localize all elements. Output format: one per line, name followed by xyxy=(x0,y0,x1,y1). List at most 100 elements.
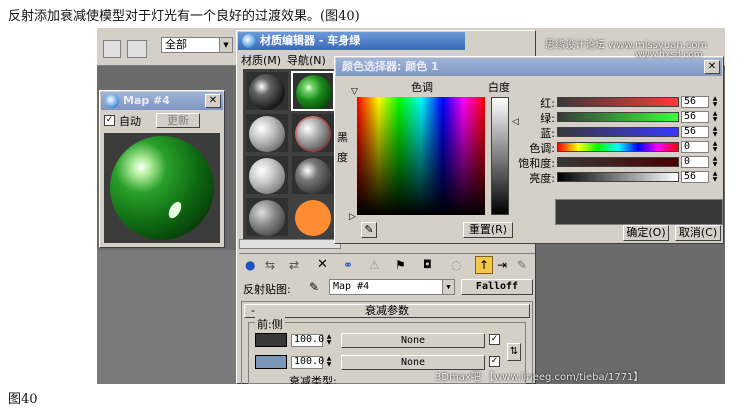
chevron-down-icon[interactable]: ▼ xyxy=(442,280,454,294)
red-slider[interactable] xyxy=(557,97,679,107)
falloff-sphere xyxy=(110,136,214,240)
eyedropper-icon[interactable]: ✎ xyxy=(309,280,319,294)
reflection-map-label: 反射贴图: xyxy=(243,283,291,296)
side-color-swatch[interactable] xyxy=(255,355,287,369)
sample-slot[interactable] xyxy=(245,113,289,153)
show-end-icon[interactable]: ◌ xyxy=(451,258,465,272)
watermark-top: 思缘设计论坛 www.missyuan.com xyxy=(545,40,708,51)
slots-scrollbar[interactable] xyxy=(239,239,341,249)
sample-slot[interactable] xyxy=(245,197,289,237)
put-to-library-icon[interactable]: ⚠ xyxy=(369,258,383,272)
black-label: 黑 xyxy=(337,131,348,144)
front-map-button[interactable]: None xyxy=(341,333,485,348)
watermark-top-2: www.hxsd.com xyxy=(635,50,703,60)
sample-slot[interactable] xyxy=(291,155,335,195)
assign-material-icon[interactable]: ⇄ xyxy=(289,258,303,272)
color-selector-title: 颜色选择器: 颜色 1 xyxy=(342,60,439,73)
red-label: 红: xyxy=(540,97,555,110)
green-slider[interactable] xyxy=(557,112,679,122)
channel-row-green: 绿: 56 ▲ ▼ xyxy=(521,110,721,126)
saturation-slider[interactable] xyxy=(557,157,679,167)
ok-button[interactable]: 确定(O) xyxy=(623,225,669,241)
front-map-checkbox[interactable]: ✓ xyxy=(489,334,500,345)
get-material-icon[interactable]: ● xyxy=(245,258,259,272)
show-map-icon[interactable]: ◘ xyxy=(423,258,439,272)
map-name-dropdown[interactable]: Map #4 ▼ xyxy=(329,279,455,295)
sample-slot[interactable] xyxy=(291,197,335,237)
reset-icon[interactable]: ✕ xyxy=(317,258,331,272)
map-type-button[interactable]: Falloff xyxy=(461,279,533,295)
watermark-bottom: 3Dmax吧 【www.lineeg.com/tieba/1771】 xyxy=(435,372,644,383)
blue-spinner[interactable]: ▲ ▼ xyxy=(711,126,719,138)
menu-material[interactable]: 材质(M) xyxy=(241,52,281,68)
rollout-title: 衰减参数 xyxy=(365,304,409,317)
hue-label: 色调: xyxy=(529,142,555,155)
hue-input[interactable]: 0 xyxy=(681,141,709,153)
put-to-scene-icon[interactable]: ⇆ xyxy=(265,258,279,272)
color-selector-titlebar[interactable]: 颜色选择器: 颜色 1 ✕ xyxy=(336,58,722,76)
material-editor-titlebar[interactable]: 材质编辑器 - 车身绿 xyxy=(238,32,465,50)
material-id-icon[interactable]: ⚑ xyxy=(395,258,409,272)
go-forward-sibling-icon[interactable]: ⇥ xyxy=(497,258,511,272)
map-window-titlebar[interactable]: Map #4 ✕ xyxy=(101,92,223,110)
degree-label: 度 xyxy=(337,151,348,164)
value-input[interactable]: 56 xyxy=(681,171,709,183)
map-window-title: Map #4 xyxy=(123,94,170,107)
value-spinner[interactable]: ▲ ▼ xyxy=(711,171,719,183)
rollout-header[interactable]: - 衰减参数 xyxy=(244,304,530,318)
blue-slider[interactable] xyxy=(557,127,679,137)
front-amount-spinner[interactable]: ▲ ▼ xyxy=(325,334,333,346)
auto-checkbox[interactable]: ✓ xyxy=(104,115,115,126)
blue-label: 蓝: xyxy=(540,127,555,140)
hue-spinner[interactable]: ▲ ▼ xyxy=(711,141,719,153)
green-input[interactable]: 56 xyxy=(681,111,709,123)
channel-row-hue: 色调: 0 ▲ ▼ xyxy=(521,140,721,156)
falloff-type-label: 衰减类型: xyxy=(289,375,337,384)
blackness-pointer-icon[interactable]: ▷ xyxy=(349,212,356,222)
side-map-checkbox[interactable]: ✓ xyxy=(489,356,500,367)
cancel-button[interactable]: 取消(C) xyxy=(675,225,721,241)
close-icon[interactable]: ✕ xyxy=(205,94,221,108)
selection-filter-dropdown[interactable]: 全部 ▼ xyxy=(161,37,233,53)
value-slider[interactable] xyxy=(557,172,679,182)
sample-slot-active[interactable] xyxy=(291,71,335,111)
swap-colors-icon[interactable]: ⇅ xyxy=(507,343,521,361)
eyedropper-icon[interactable]: ✎ xyxy=(361,222,377,238)
update-button[interactable]: 更新 xyxy=(156,113,200,128)
red-spinner[interactable]: ▲ ▼ xyxy=(711,96,719,108)
select-icon[interactable] xyxy=(103,40,121,58)
sample-slot[interactable] xyxy=(291,113,335,153)
blue-input[interactable]: 56 xyxy=(681,126,709,138)
sample-slot[interactable] xyxy=(245,155,289,195)
whiteness-bar[interactable] xyxy=(491,97,509,215)
chevron-down-icon[interactable]: ▼ xyxy=(219,38,232,52)
front-side-label: 前:侧 xyxy=(255,316,285,332)
hue-spectrum[interactable] xyxy=(357,97,485,215)
side-amount-input[interactable]: 100.0 xyxy=(291,356,324,369)
color-preview xyxy=(555,199,723,225)
green-label: 绿: xyxy=(540,112,555,125)
map-preview-canvas xyxy=(104,133,220,243)
green-spinner[interactable]: ▲ ▼ xyxy=(711,111,719,123)
saturation-input[interactable]: 0 xyxy=(681,156,709,168)
sample-slot[interactable] xyxy=(245,71,289,111)
whiteness-pointer-icon[interactable]: ◁ xyxy=(512,117,519,127)
pick-material-icon[interactable]: ✎ xyxy=(517,258,531,272)
menu-navigation[interactable]: 导航(N) xyxy=(287,52,326,68)
go-to-parent-icon[interactable]: ↑ xyxy=(475,256,493,274)
select-by-name-icon[interactable] xyxy=(127,40,147,58)
hue-pointer-icon[interactable]: ▽ xyxy=(351,87,358,97)
front-color-swatch[interactable] xyxy=(255,333,287,347)
caption-bottom: 图40 xyxy=(8,392,38,407)
make-unique-icon[interactable]: ⚭ xyxy=(343,258,357,272)
reset-button[interactable]: 重置(R) xyxy=(463,222,513,238)
channel-row-saturation: 饱和度: 0 ▲ ▼ xyxy=(518,155,721,171)
side-amount-spinner[interactable]: ▲ ▼ xyxy=(325,356,333,368)
front-amount-input[interactable]: 100.0 xyxy=(291,334,324,347)
close-icon[interactable]: ✕ xyxy=(704,60,720,74)
red-input[interactable]: 56 xyxy=(681,96,709,108)
channel-sliders: 红: 56 ▲ ▼ 绿: 56 ▲ ▼ 蓝: 56 ▲ ▼ 色调: 0 ▲ ▼ 饱和度: 0 ▲ ▼ 亮度: 56 ▲ ▼ xyxy=(518,95,721,187)
saturation-spinner[interactable]: ▲ ▼ xyxy=(711,156,719,168)
hue-slider[interactable] xyxy=(557,142,679,152)
color-selector-window: 颜色选择器: 颜色 1 ✕ 色调 白度 ▽ ◁ 黑 度 ▷ ✎ 重置(R) 红:… xyxy=(334,56,724,244)
